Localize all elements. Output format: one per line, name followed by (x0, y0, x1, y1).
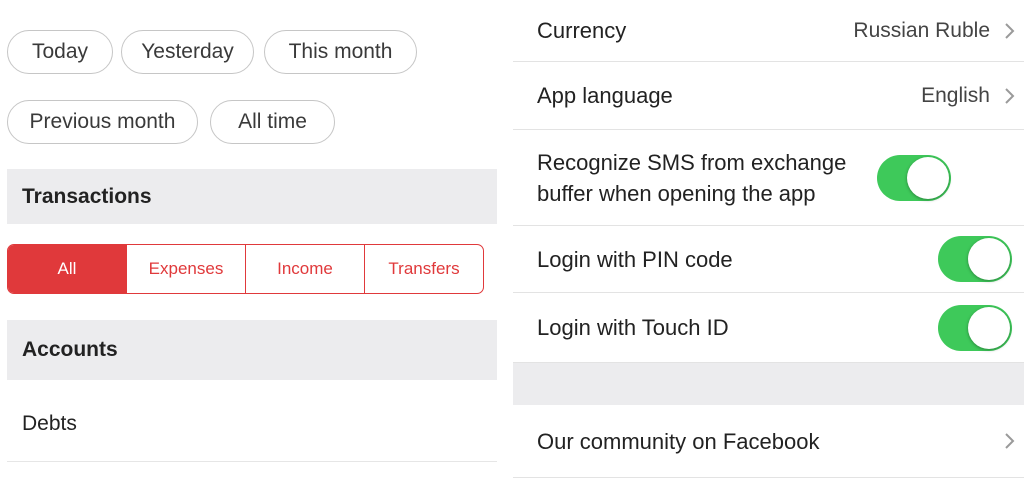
section-separator (513, 363, 1024, 405)
touch-id-toggle[interactable] (938, 304, 1012, 351)
settings-panel: Currency Russian Ruble App language Engl… (513, 0, 1024, 495)
period-chip-all-time[interactable]: All time (210, 100, 335, 144)
period-chip-yesterday[interactable]: Yesterday (121, 30, 254, 74)
transaction-type-segmented-control: All Expenses Income Transfers (7, 244, 484, 294)
left-panel: Today Yesterday This month Previous mont… (0, 0, 505, 495)
period-chip-previous-month[interactable]: Previous month (7, 100, 198, 144)
app-language-label: App language (537, 83, 673, 108)
debts-row[interactable]: Debts (7, 386, 497, 462)
currency-value: Russian Ruble (853, 18, 990, 42)
sms-recognition-toggle[interactable] (877, 154, 951, 201)
segment-expenses[interactable]: Expenses (126, 245, 245, 293)
period-chip-this-month[interactable]: This month (264, 30, 417, 74)
pin-login-toggle[interactable] (938, 236, 1012, 282)
pin-login-label: Login with PIN code (537, 246, 733, 272)
transactions-header: Transactions (7, 169, 497, 224)
toggle-knob (968, 238, 1010, 280)
currency-label: Currency (537, 18, 627, 43)
accounts-header[interactable]: Accounts (7, 320, 497, 380)
app-language-value: English (921, 83, 990, 107)
app-language-row[interactable]: App language English (513, 62, 1024, 130)
chevron-right-icon (1005, 433, 1015, 449)
toggle-knob (907, 156, 949, 199)
segment-all[interactable]: All (8, 245, 126, 293)
pin-login-row: Login with PIN code (513, 226, 1024, 293)
sms-recognition-row: Recognize SMS from exchange buffer when … (513, 130, 1024, 226)
segment-transfers[interactable]: Transfers (364, 245, 483, 293)
chevron-right-icon (1005, 22, 1015, 39)
currency-row[interactable]: Currency Russian Ruble (513, 0, 1024, 62)
period-chip-today[interactable]: Today (7, 30, 113, 74)
chevron-right-icon (1005, 87, 1015, 104)
toggle-knob (968, 306, 1010, 349)
touch-id-row: Login with Touch ID (513, 293, 1024, 363)
facebook-community-label: Our community on Facebook (537, 428, 820, 454)
segment-income[interactable]: Income (245, 245, 364, 293)
touch-id-label: Login with Touch ID (537, 315, 729, 340)
sms-recognition-label: Recognize SMS from exchange buffer when … (537, 149, 847, 206)
facebook-community-row[interactable]: Our community on Facebook (513, 405, 1024, 478)
